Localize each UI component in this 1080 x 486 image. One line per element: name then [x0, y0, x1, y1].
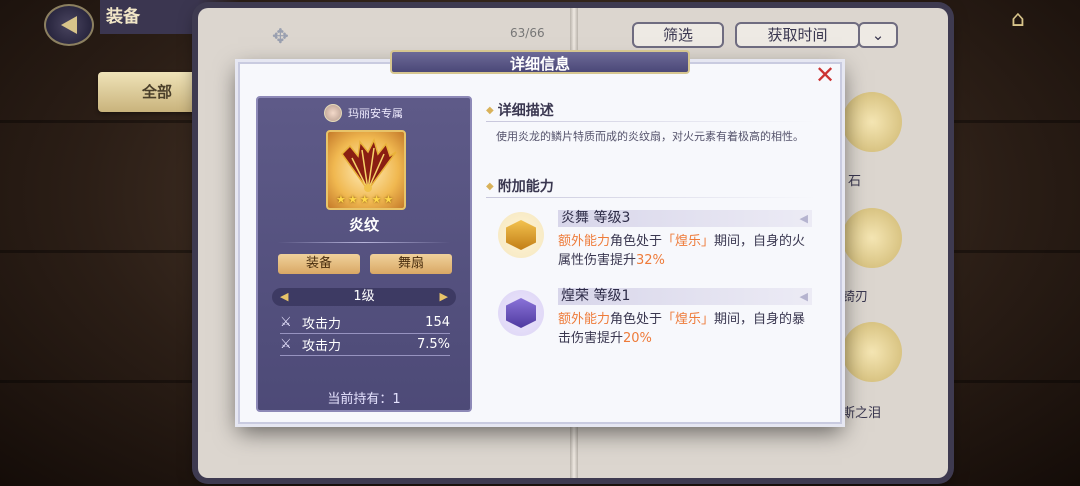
level-value: 1级 — [353, 289, 375, 304]
stat-row: ⚔ 攻击力 7.5% — [280, 334, 450, 356]
owner-label: 玛丽安专属 — [348, 107, 403, 120]
ability-icon-glory — [498, 290, 544, 336]
sort-order-toggle[interactable]: ⌄ — [858, 22, 898, 48]
bg-item-label: 斯之泪 — [842, 406, 882, 421]
stat-name: 攻击力 — [302, 317, 342, 332]
description-title: 详细描述 — [497, 103, 554, 119]
owner-avatar — [324, 104, 342, 122]
star-icon: ★ — [383, 193, 394, 206]
filter-button[interactable]: 筛选 — [632, 22, 724, 48]
ability-description: 额外能力角色处于「煌乐」期间，自身的火属性伤害提升32% — [558, 234, 806, 268]
ability-name-bar: 炎舞 等级3 ◀ — [558, 210, 812, 227]
bg-equipment-item[interactable] — [842, 322, 902, 382]
bar-arrow-icon: ◀ — [799, 290, 808, 303]
dialog-title: 详细信息 — [390, 50, 690, 74]
owner-row: 玛丽安专属 — [324, 104, 403, 122]
rarity-stars: ★ ★ ★ ★ ★ — [336, 193, 393, 206]
close-icon: ✕ — [814, 61, 836, 89]
ability-name: 炎舞 等级3 — [561, 210, 631, 226]
section-underline — [486, 197, 816, 198]
close-button[interactable]: ✕ — [814, 61, 836, 89]
back-button[interactable] — [44, 4, 94, 46]
diamond-icon: ◆ — [486, 180, 494, 192]
level-selector: ◀ 1级 ▶ — [272, 288, 456, 306]
stat-row: ⚔ 攻击力 154 — [280, 312, 450, 334]
stat-value: 154 — [425, 315, 450, 330]
stat-name: 攻击力 — [302, 339, 342, 354]
tag-type: 装备 — [278, 254, 360, 274]
item-name: 炎纹 — [348, 216, 379, 234]
item-image: ★ ★ ★ ★ ★ — [326, 130, 406, 210]
star-icon: ★ — [336, 193, 346, 206]
level-prev-button[interactable]: ◀ — [280, 288, 288, 306]
abilities-heading: ◆ 附加能力 — [486, 176, 554, 196]
description-heading: ◆ 详细描述 — [486, 100, 554, 120]
stat-value: 7.5% — [416, 337, 450, 352]
decor-gear-icon: ✥ — [272, 24, 289, 48]
fan-weapon-icon — [341, 138, 397, 192]
equipment-card: 玛丽安专属 ★ ★ ★ ★ ★ 炎纹 装备 舞扇 ◀ 1级 ▶ ⚔ 攻击力 15… — [256, 96, 472, 412]
home-icon: ⌂ — [1011, 6, 1025, 32]
description-text: 使用炎龙的鳞片特质而成的炎纹扇，对火元素有着极高的相性。 — [496, 130, 804, 143]
bg-equipment-item[interactable] — [842, 208, 902, 268]
section-underline — [486, 121, 816, 122]
abilities-title: 附加能力 — [497, 179, 554, 195]
ability-name-bar: 煌荣 等级1 ◀ — [558, 288, 812, 305]
bar-arrow-icon: ◀ — [799, 212, 808, 225]
star-icon: ★ — [371, 193, 382, 206]
diamond-icon: ◆ — [486, 104, 494, 116]
star-icon: ★ — [347, 193, 358, 206]
tag-weapon-class: 舞扇 — [370, 254, 452, 274]
bg-item-label: 石 — [848, 174, 862, 189]
held-count: 当前持有：1 — [327, 392, 401, 407]
sort-button[interactable]: 获取时间 — [735, 22, 860, 48]
item-counter: 63/66 — [510, 26, 545, 40]
back-arrow-icon — [61, 16, 77, 34]
ability-icon-flame-dance — [498, 212, 544, 258]
ability-description: 额外能力角色处于「煌乐」期间，自身的暴击伤害提升20% — [558, 312, 806, 346]
home-button[interactable]: ⌂ — [998, 2, 1038, 36]
crossed-swords-icon: ⚔ — [280, 337, 292, 352]
level-next-button[interactable]: ▶ — [440, 288, 448, 306]
crossed-swords-icon: ⚔ — [280, 315, 292, 330]
chevron-down-icon: ⌄ — [871, 26, 885, 44]
star-icon: ★ — [359, 193, 370, 206]
ability-name: 煌荣 等级1 — [561, 288, 631, 304]
bg-item-label: 锜刃 — [842, 290, 869, 305]
card-divider — [278, 242, 450, 243]
bg-equipment-item[interactable] — [842, 92, 902, 152]
